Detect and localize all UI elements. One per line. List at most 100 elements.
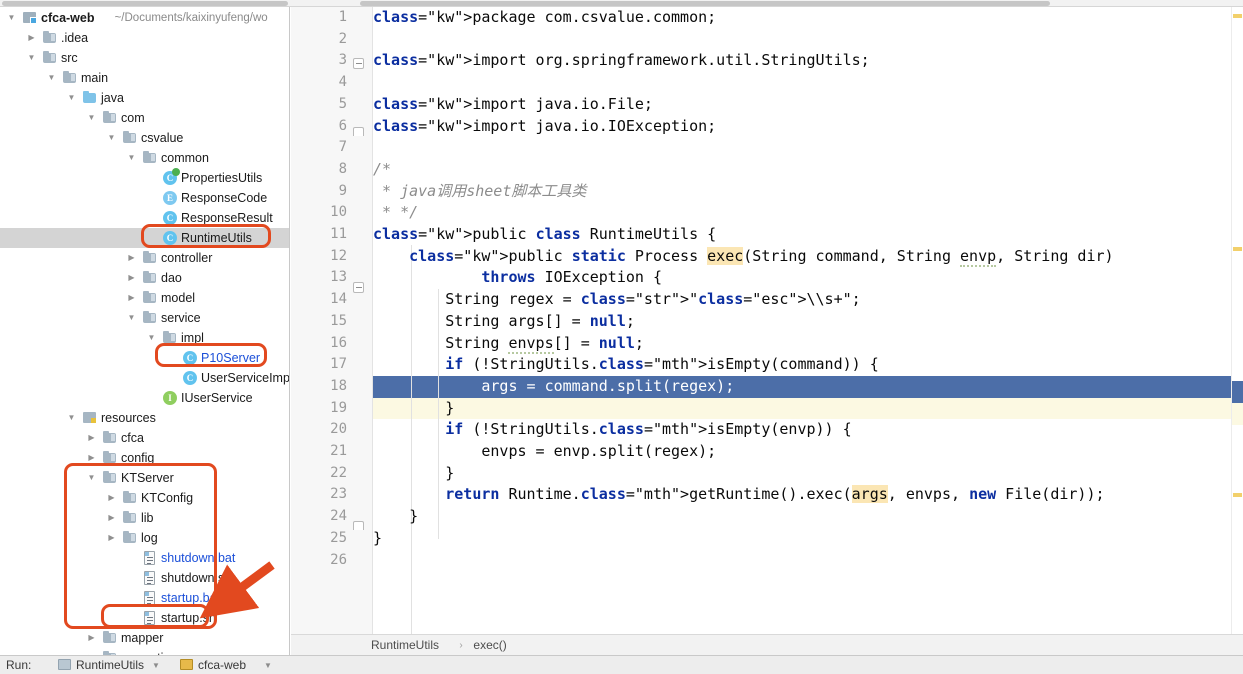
chevron-down-icon[interactable] xyxy=(66,408,77,428)
code-line[interactable]: throws IOException { xyxy=(373,267,1243,289)
chevron-down-icon[interactable] xyxy=(106,128,117,148)
tree-item-cfca-web[interactable]: cfca-web ~/Documents/kaixinyufeng/wo xyxy=(0,8,289,28)
tree-item-ktconfig[interactable]: KTConfig xyxy=(0,488,289,508)
code-line[interactable]: } xyxy=(373,463,1243,485)
fold-marker-import-end[interactable] xyxy=(353,127,366,140)
chevron-down-icon[interactable]: ▼ xyxy=(152,656,160,674)
tree-item-java[interactable]: java xyxy=(0,88,289,108)
fold-marker-import[interactable] xyxy=(353,58,366,71)
editor-horizontal-scrollbar-thumb[interactable] xyxy=(360,1,1050,6)
code-line[interactable]: /* xyxy=(373,159,1243,181)
marker-stripe[interactable] xyxy=(1233,493,1242,497)
code-line[interactable]: class="kw">public static Process exec(St… xyxy=(373,246,1243,268)
code-line[interactable] xyxy=(373,137,1243,159)
tree-item-controller[interactable]: controller xyxy=(0,248,289,268)
tree-horizontal-scrollbar-thumb[interactable] xyxy=(2,1,288,6)
breadcrumb-item[interactable]: exec() xyxy=(473,635,506,656)
code-line[interactable]: if (!StringUtils.class="mth">isEmpty(com… xyxy=(373,354,1243,376)
code-line[interactable]: envps = envp.split(regex); xyxy=(373,441,1243,463)
tree-item-csvalue[interactable]: csvalue xyxy=(0,128,289,148)
tree-item-userserviceimpl[interactable]: C UserServiceImpl xyxy=(0,368,289,388)
code-line[interactable]: } xyxy=(373,528,1243,550)
tree-item-main[interactable]: main xyxy=(0,68,289,88)
tree-item-responsecode[interactable]: E ResponseCode xyxy=(0,188,289,208)
marker-stripe[interactable] xyxy=(1233,247,1242,251)
code-line[interactable]: if (!StringUtils.class="mth">isEmpty(env… xyxy=(373,419,1243,441)
chevron-down-icon[interactable] xyxy=(46,68,57,88)
chevron-right-icon[interactable] xyxy=(26,28,37,48)
chevron-down-icon[interactable] xyxy=(126,148,137,168)
tree-item-log[interactable]: log xyxy=(0,528,289,548)
tree-item-propertiesutils[interactable]: C PropertiesUtils xyxy=(0,168,289,188)
code-line[interactable] xyxy=(373,72,1243,94)
tree-item-ktserver[interactable]: KTServer xyxy=(0,468,289,488)
code-line[interactable]: } xyxy=(373,397,1243,420)
run-configuration-name[interactable]: RuntimeUtils xyxy=(76,656,144,674)
code-editor[interactable]: 1 2 3 4 5 6 7 8 9 10 11 12 13 14 15 16 17 18 19 20 21 22 23 24 2… xyxy=(291,7,1243,634)
tree-item-common[interactable]: common xyxy=(0,148,289,168)
code-line[interactable]: class="kw">public class RuntimeUtils { xyxy=(373,224,1243,246)
marker-stripe[interactable] xyxy=(1233,14,1242,18)
tree-item-responseresult[interactable]: C ResponseResult xyxy=(0,208,289,228)
tree-item-com[interactable]: com xyxy=(0,108,289,128)
code-line[interactable]: class="kw">import java.io.IOException; xyxy=(373,116,1243,138)
tree-item-runtimeutils[interactable]: C RuntimeUtils xyxy=(0,228,289,248)
chevron-right-icon[interactable] xyxy=(86,628,97,648)
code-line[interactable]: String envps[] = null; xyxy=(373,333,1243,355)
code-line[interactable]: class="kw">package com.csvalue.common; xyxy=(373,7,1243,29)
chevron-right-icon[interactable] xyxy=(106,528,117,548)
chevron-down-icon[interactable] xyxy=(86,108,97,128)
breadcrumb-item[interactable]: RuntimeUtils xyxy=(371,635,439,656)
tree-item-shutdown-bat[interactable]: shutdown.bat xyxy=(0,548,289,568)
fold-column[interactable] xyxy=(351,7,373,634)
tree-item-mapper[interactable]: mapper xyxy=(0,628,289,648)
chevron-right-icon[interactable] xyxy=(106,508,117,528)
tree-item-p10server[interactable]: C P10Server xyxy=(0,348,289,368)
tree-item-startup-sh[interactable]: startup.sh xyxy=(0,608,289,628)
fold-marker-method-end[interactable] xyxy=(353,521,366,534)
chevron-down-icon[interactable] xyxy=(146,328,157,348)
code-line[interactable]: } xyxy=(373,506,1243,528)
code-line[interactable] xyxy=(373,550,1243,572)
project-tree-panel[interactable]: cfca-web ~/Documents/kaixinyufeng/wo .idea… xyxy=(0,7,290,655)
chevron-down-icon[interactable] xyxy=(26,48,37,68)
chevron-right-icon[interactable] xyxy=(86,648,97,655)
top-scrollbar-strip[interactable] xyxy=(0,0,1243,7)
tree-item-properties[interactable]: properties xyxy=(0,648,289,655)
breadcrumb[interactable]: RuntimeUtils › exec() xyxy=(291,634,1243,655)
tree-item--idea[interactable]: .idea xyxy=(0,28,289,48)
code-text-area[interactable]: class="kw">package com.csvalue.common; cl… xyxy=(373,7,1243,634)
chevron-right-icon[interactable] xyxy=(86,428,97,448)
code-line[interactable]: return Runtime.class="mth">getRuntime().… xyxy=(373,484,1243,506)
chevron-right-icon[interactable] xyxy=(86,448,97,468)
tree-item-startup-bat[interactable]: startup.bat xyxy=(0,588,289,608)
chevron-right-icon[interactable] xyxy=(126,288,137,308)
code-line[interactable] xyxy=(373,29,1243,51)
chevron-down-icon[interactable]: ▼ xyxy=(264,656,272,674)
code-line[interactable]: * */ xyxy=(373,202,1243,224)
tree-item-cfca[interactable]: cfca xyxy=(0,428,289,448)
code-line[interactable]: String args[] = null; xyxy=(373,311,1243,333)
tree-item-shutdown-sh[interactable]: shutdown.sh xyxy=(0,568,289,588)
code-line[interactable]: class="kw">import java.io.File; xyxy=(373,94,1243,116)
code-line[interactable]: args = command.split(regex); xyxy=(373,375,1243,398)
tree-item-model[interactable]: model xyxy=(0,288,289,308)
chevron-down-icon[interactable] xyxy=(6,8,17,28)
tree-item-impl[interactable]: impl xyxy=(0,328,289,348)
tree-item-lib[interactable]: lib xyxy=(0,508,289,528)
tree-item-resources[interactable]: resources xyxy=(0,408,289,428)
chevron-down-icon[interactable] xyxy=(86,468,97,488)
chevron-right-icon[interactable] xyxy=(126,248,137,268)
tree-item-dao[interactable]: dao xyxy=(0,268,289,288)
run-tool-window-bar[interactable]: Run: RuntimeUtils ▼ cfca-web ▼ xyxy=(0,655,1243,674)
chevron-down-icon[interactable] xyxy=(66,88,77,108)
tree-item-service[interactable]: service xyxy=(0,308,289,328)
code-line[interactable]: * java调用sheet脚本工具类 xyxy=(373,181,1243,203)
fold-marker-method[interactable] xyxy=(353,282,366,295)
code-line[interactable]: class="kw">import org.springframework.ut… xyxy=(373,50,1243,72)
tree-item-config[interactable]: config xyxy=(0,448,289,468)
chevron-right-icon[interactable] xyxy=(126,268,137,288)
run-project-name[interactable]: cfca-web xyxy=(198,656,246,674)
editor-marker-gutter[interactable] xyxy=(1231,7,1243,634)
code-line[interactable]: String regex = class="str">"class="esc">… xyxy=(373,289,1243,311)
